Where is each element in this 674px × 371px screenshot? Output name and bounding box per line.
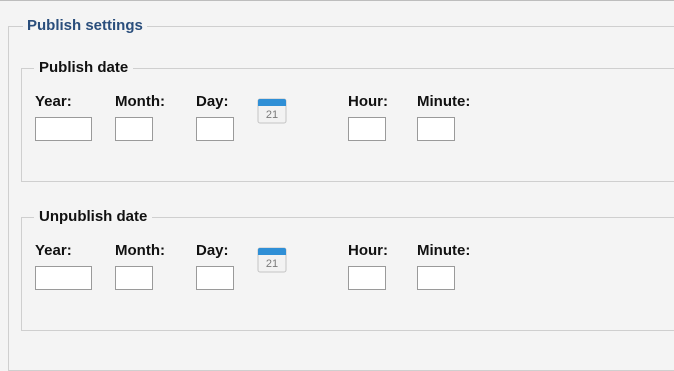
unpublish-day-field: Day: bbox=[196, 242, 234, 290]
unpublish-day-input[interactable] bbox=[196, 266, 234, 290]
publish-month-field: Month: bbox=[115, 93, 165, 141]
publish-settings-title: Publish settings bbox=[23, 17, 147, 35]
unpublish-minute-label: Minute: bbox=[417, 242, 471, 259]
top-divider bbox=[0, 0, 674, 1]
publish-hour-field: Hour: bbox=[348, 93, 388, 141]
unpublish-day-label: Day: bbox=[196, 242, 229, 259]
unpublish-month-field: Month: bbox=[115, 242, 165, 290]
publish-day-label: Day: bbox=[196, 93, 229, 110]
unpublish-minute-input[interactable] bbox=[417, 266, 455, 290]
unpublish-month-label: Month: bbox=[115, 242, 165, 259]
publish-day-input[interactable] bbox=[196, 117, 234, 141]
unpublish-year-input[interactable] bbox=[35, 266, 92, 290]
unpublish-year-label: Year: bbox=[35, 242, 72, 259]
unpublish-hour-label: Hour: bbox=[348, 242, 388, 259]
unpublish-month-input[interactable] bbox=[115, 266, 153, 290]
svg-text:21: 21 bbox=[266, 258, 278, 270]
unpublish-year-field: Year: bbox=[35, 242, 92, 290]
calendar-icon[interactable]: 21 bbox=[257, 96, 287, 124]
publish-minute-label: Minute: bbox=[417, 93, 471, 110]
calendar-icon[interactable]: 21 bbox=[257, 245, 287, 273]
unpublish-date-title: Unpublish date bbox=[34, 208, 153, 226]
publish-minute-input[interactable] bbox=[417, 117, 455, 141]
unpublish-hour-field: Hour: bbox=[348, 242, 388, 290]
unpublish-date-fieldset: Unpublish date Year: Month: Day: 21 Hour… bbox=[21, 208, 674, 331]
unpublish-minute-field: Minute: bbox=[417, 242, 470, 290]
publish-year-field: Year: bbox=[35, 93, 92, 141]
svg-text:21: 21 bbox=[266, 109, 278, 121]
publish-minute-field: Minute: bbox=[417, 93, 470, 141]
publish-date-title: Publish date bbox=[34, 59, 134, 77]
publish-hour-input[interactable] bbox=[348, 117, 386, 141]
publish-year-label: Year: bbox=[35, 93, 72, 110]
publish-month-input[interactable] bbox=[115, 117, 153, 141]
publish-year-input[interactable] bbox=[35, 117, 92, 141]
publish-date-fieldset: Publish date Year: Month: Day: 21 Hour: … bbox=[21, 59, 674, 182]
publish-day-field: Day: bbox=[196, 93, 234, 141]
publish-month-label: Month: bbox=[115, 93, 165, 110]
unpublish-hour-input[interactable] bbox=[348, 266, 386, 290]
publish-hour-label: Hour: bbox=[348, 93, 388, 110]
